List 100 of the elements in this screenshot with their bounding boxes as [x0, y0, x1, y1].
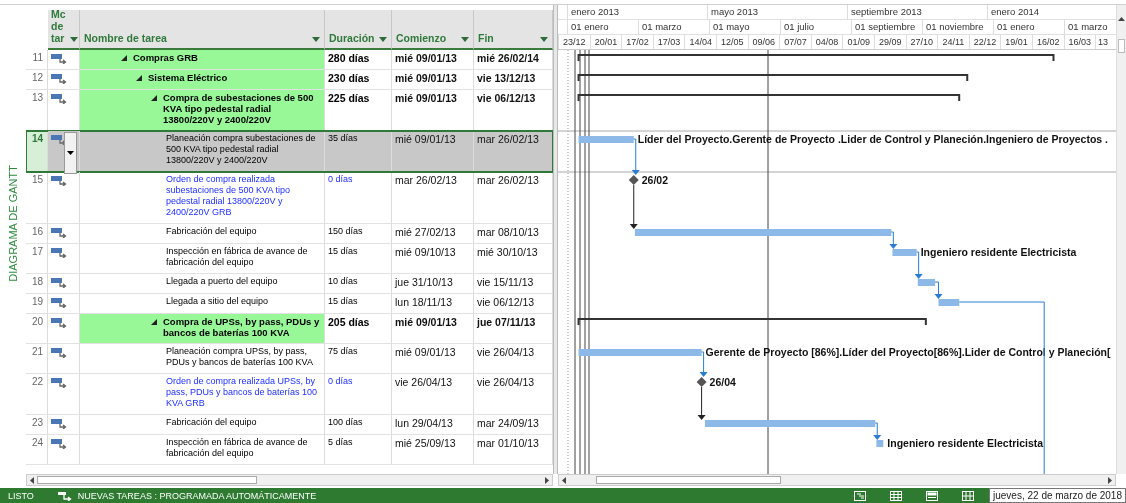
- task-mode-icon: [51, 378, 67, 388]
- finish-date: vie 26/04/13: [477, 346, 535, 358]
- horizontal-scrollbar[interactable]: [558, 474, 1116, 486]
- scroll-up-icon[interactable]: [1118, 17, 1125, 21]
- start-date: lun 18/11/13: [395, 296, 453, 308]
- gantt-view-icon[interactable]: [854, 490, 866, 501]
- task-name: Compras GRB: [133, 52, 198, 63]
- task-row[interactable]: 22 Orden de compra realizada UPSs, by pass, PDUs y bancos de baterías 100 KVA GRB 0 días vie 26/04/13 vie 26/04/13: [26, 374, 553, 415]
- scroll-left-icon[interactable]: [30, 476, 34, 484]
- task-mode-icon: [51, 298, 67, 308]
- timescale-label: 01 mayo: [709, 20, 780, 34]
- filter-icon[interactable]: [461, 37, 469, 42]
- task-mode-icon: [51, 348, 67, 358]
- start-date: mié 09/01/13: [395, 72, 457, 84]
- caret-icon: [67, 151, 74, 155]
- task-row[interactable]: 14 Planeación compra subestaciones de 500 KVA tipo pedestal radial 13800/220V y 2400/220V 35 días mié 09/01/13 mar 26/02/13: [26, 131, 553, 172]
- task-name: Fabricación del equipo: [166, 226, 257, 237]
- task-name: Inspección en fábrica de avance de fabricación del equipo: [166, 437, 309, 459]
- task-bar: [917, 279, 936, 286]
- filter-icon[interactable]: [540, 37, 548, 42]
- collapse-icon[interactable]: [136, 75, 142, 81]
- scrollbar-thumb[interactable]: [37, 476, 257, 484]
- task-name: Orden de compra realizada UPSs, by pass, PDUs y bancos de baterías 100 KVA GRB: [166, 376, 319, 409]
- task-name: Planeación compra subestaciones de 500 KVA tipo pedestal radial 13800/220V y 2400/220V: [166, 133, 317, 166]
- timescale-label: septiembre 2013: [847, 5, 987, 19]
- scroll-right-icon[interactable]: [1108, 476, 1112, 484]
- filter-icon[interactable]: [70, 37, 78, 42]
- grid-view-icon[interactable]: [962, 490, 974, 501]
- row-number: 12: [26, 70, 48, 89]
- timescale-label: 20/01: [589, 35, 622, 49]
- bar-label: 26/04: [709, 376, 736, 388]
- start-date: jue 31/10/13: [395, 276, 453, 288]
- duration: 0 días: [328, 376, 353, 386]
- filter-icon[interactable]: [379, 37, 387, 42]
- timescale-label: 01 marzo: [638, 20, 709, 34]
- task-row[interactable]: 11 Compras GRB 280 días mié 09/01/13 mié 26/02/14: [26, 50, 553, 70]
- row-number: 18: [26, 274, 48, 293]
- task-row[interactable]: 13 Compra de subestaciones de 500 KVA tipo pedestal radial 13800/220V y 2400/220V 225 días mié 09/01/13 vie 06/12/13: [26, 90, 553, 131]
- timescale-label: 17/03: [652, 35, 685, 49]
- row-number: 13: [26, 90, 48, 130]
- timescale-label: 04/08: [810, 35, 843, 49]
- task-row[interactable]: 15 Orden de compra realizada subestaciones de 500 KVA tipo pedestal radial 13800/220V y 2400/220V GRB 0 días mar 26/02/13 mar 26/02/13: [26, 172, 553, 224]
- table-view-icon[interactable]: [890, 490, 902, 501]
- duration: 150 días: [328, 226, 363, 236]
- bar-label: Líder del Proyecto.Gerente de Proyecto .Lider de Control y Planeción.Ingeniero de Proyectos .: [637, 133, 1109, 145]
- task-row[interactable]: 24 Inspección en fábrica de avance de fabricación del equipo 5 días mié 25/09/13 mar 01/10/13: [26, 435, 553, 465]
- duration: 225 días: [328, 92, 370, 104]
- duration: 15 días: [328, 296, 358, 306]
- task-row[interactable]: 21 Planeación compra UPSs, by pass, PDUs y bancos de baterías 100 KVA 75 días mié 09/01/13 vie 26/04/13: [26, 344, 553, 374]
- task-row[interactable]: 20 Compra de UPSs, by pass, PDUs y bancos de baterías 100 KVA 205 días mié 09/01/13 jue 07/11/13: [26, 314, 553, 344]
- finish-date: jue 07/11/13: [477, 316, 536, 328]
- column-header[interactable]: Comienzo: [396, 32, 447, 44]
- task-mode-icon: [51, 318, 67, 328]
- scrollbar-thumb[interactable]: [596, 476, 781, 484]
- timescale-label: 01 enero: [567, 20, 638, 34]
- task-row[interactable]: 12 Sistema Eléctrico 230 días mié 09/01/13 vie 13/12/13: [26, 70, 553, 90]
- task-bar: [578, 136, 634, 143]
- collapse-icon[interactable]: [151, 95, 157, 101]
- duration: 75 días: [328, 346, 358, 356]
- task-mode-icon: [51, 248, 67, 258]
- task-mode-icon: [51, 278, 67, 288]
- form-view-icon[interactable]: [926, 490, 938, 501]
- column-header[interactable]: Fin: [478, 32, 494, 44]
- collapse-icon[interactable]: [151, 319, 157, 325]
- horizontal-scrollbar[interactable]: [26, 474, 553, 486]
- finish-date: vie 06/12/13: [477, 296, 535, 308]
- task-row[interactable]: 16 Fabricación del equipo 150 días mié 27/02/13 mar 08/10/13: [26, 224, 553, 244]
- dropdown-button[interactable]: [64, 132, 77, 174]
- row-number: 16: [26, 224, 48, 243]
- duration: 280 días: [328, 52, 370, 64]
- scroll-right-icon[interactable]: [545, 476, 549, 484]
- scroll-left-icon[interactable]: [562, 476, 566, 484]
- finish-date: vie 13/12/13: [477, 72, 536, 84]
- row-number: 14: [26, 131, 48, 171]
- duration: 0 días: [328, 174, 353, 184]
- start-date: lun 29/04/13: [395, 417, 453, 429]
- scrollbar-thumb[interactable]: [1118, 39, 1125, 53]
- timescale-label: 24/11: [937, 35, 969, 49]
- finish-date: vie 26/04/13: [477, 376, 535, 388]
- timescale-label: 01/09: [842, 35, 874, 49]
- status-text[interactable]: NUEVAS TAREAS : PROGRAMADA AUTOMÁTICAMENTE: [77, 490, 317, 501]
- task-row[interactable]: 23 Fabricación del equipo 100 días lun 29/04/13 mar 24/09/13: [26, 415, 553, 435]
- row-number: 23: [26, 415, 48, 434]
- task-bar: [938, 299, 960, 306]
- duration: 100 días: [328, 417, 363, 427]
- timescale-label: 22/12: [968, 35, 1001, 49]
- row-number: 20: [26, 314, 48, 343]
- bar-label: 26/02: [641, 174, 669, 186]
- filter-icon[interactable]: [312, 37, 320, 42]
- timescale-label: 27/10: [905, 35, 938, 49]
- task-row[interactable]: 18 Llegada a puerto del equipo 10 días jue 31/10/13 vie 15/11/13: [26, 274, 553, 294]
- row-number: 21: [26, 344, 48, 373]
- timescale-label: 07/07: [779, 35, 811, 49]
- row-number: 17: [26, 244, 48, 273]
- task-row[interactable]: 17 Inspección en fábrica de avance de fabricación del equipo 15 días mié 09/10/13 mié 30/10/13: [26, 244, 553, 274]
- timescale-label: 12/05: [715, 35, 748, 49]
- row-number: 19: [26, 294, 48, 313]
- column-header[interactable]: Nombre de tarea: [84, 32, 167, 44]
- collapse-icon[interactable]: [121, 55, 127, 61]
- task-mode-icon: [51, 419, 67, 429]
